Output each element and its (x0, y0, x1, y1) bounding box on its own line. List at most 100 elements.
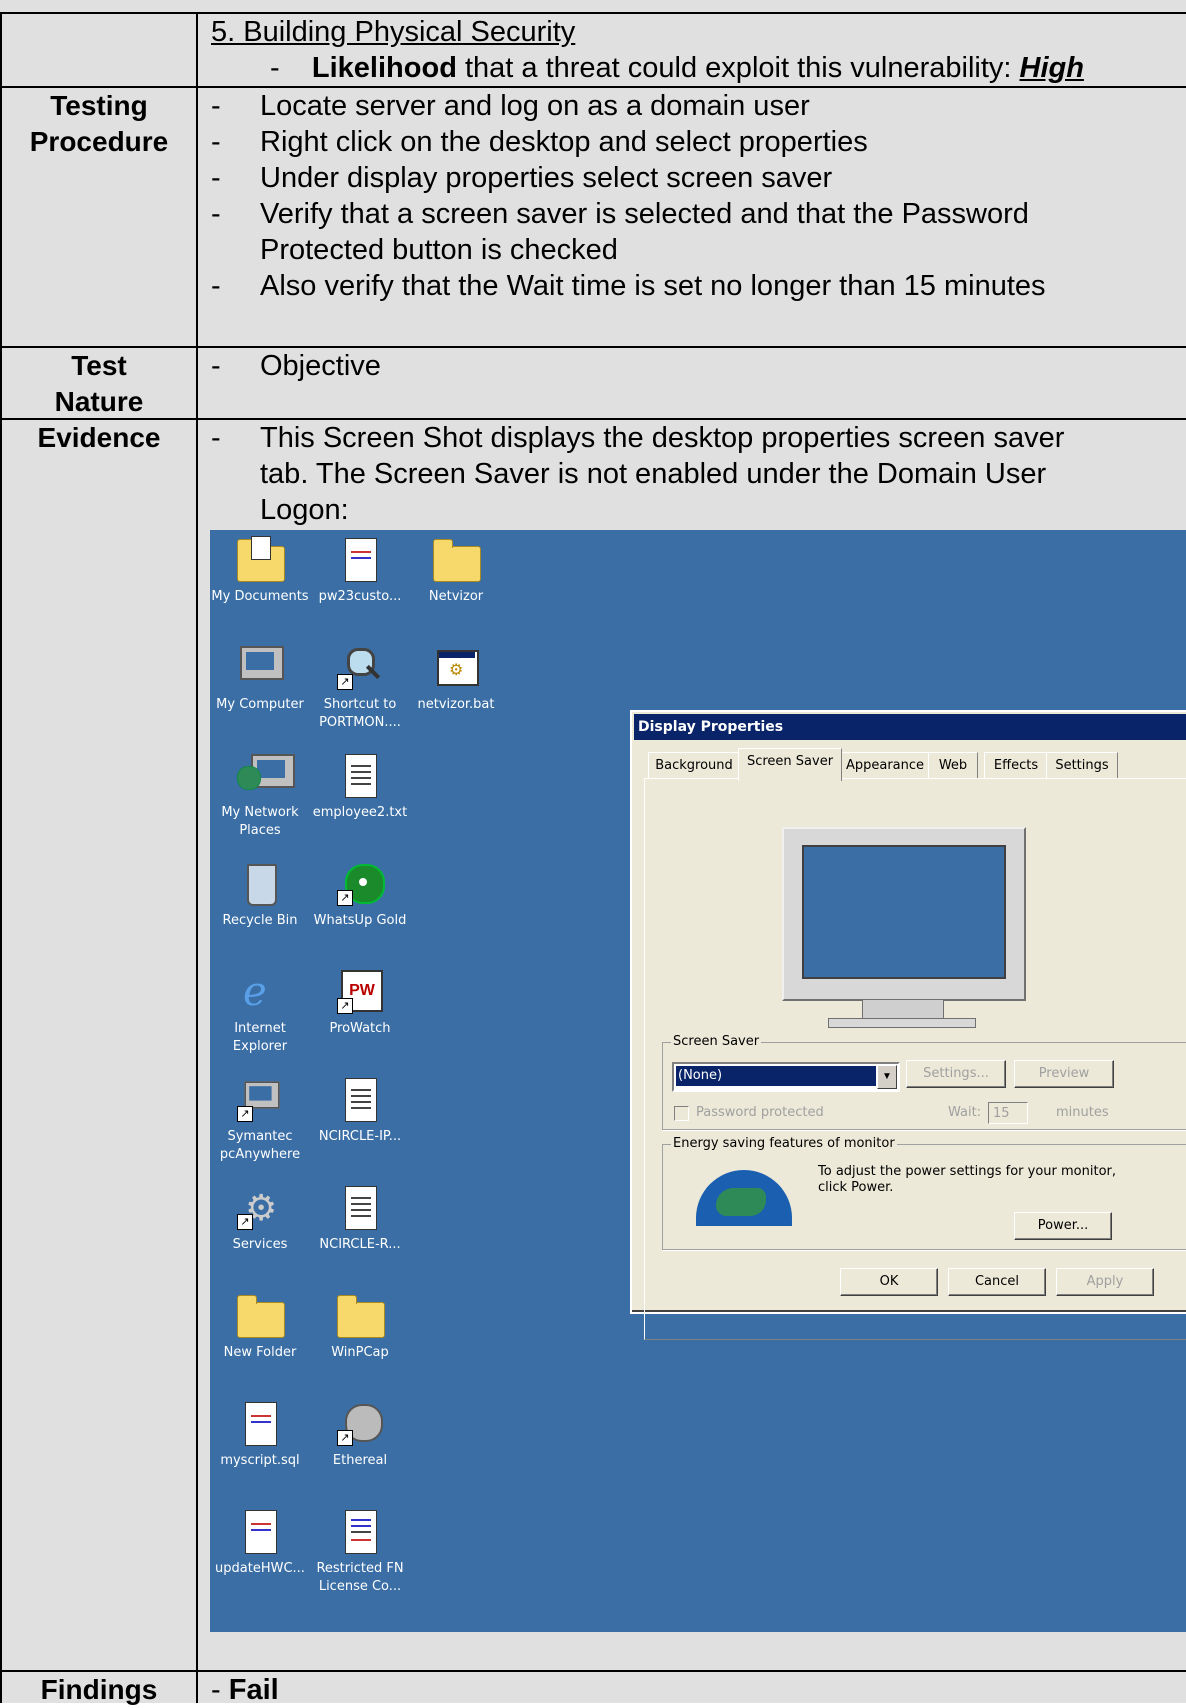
evidence-text: This Screen Shot displays the desktop pr… (260, 422, 1065, 454)
folder-icon (237, 1294, 285, 1338)
desktop-icon-restricted-fn[interactable]: Restricted FN License Co... (310, 1510, 410, 1596)
bullet-dash: - (211, 350, 221, 382)
procedure-step: Verify that a screen saver is selected a… (260, 198, 1029, 230)
text-file-icon (337, 1078, 383, 1122)
test-nature-label: Test Nature (54, 350, 144, 417)
recycle-bin-icon (237, 862, 283, 906)
procedure-step: Right click on the desktop and select pr… (260, 126, 868, 158)
tab-appearance[interactable]: Appearance (840, 752, 930, 779)
apply-button[interactable]: Apply (1056, 1268, 1154, 1296)
evidence-text: tab. The Screen Saver is not enabled und… (260, 458, 1047, 490)
folder-icon (337, 1294, 385, 1338)
dialog-title-bar[interactable]: Display Properties ? × (634, 714, 1186, 740)
ethereal-icon: ↗ (337, 1402, 383, 1446)
findings-value: Fail (228, 1674, 279, 1706)
procedure-step: Also verify that the Wait time is set no… (260, 270, 1046, 302)
tab-web[interactable]: Web (928, 752, 978, 779)
prowatch-icon: PW ↗ (337, 970, 383, 1014)
desktop-icon-pw23custo[interactable]: pw23custo... (310, 538, 410, 606)
likelihood-line: - Likelihood that a threat could exploit… (270, 50, 1084, 86)
energy-saving-group-title: Energy saving features of monitor (671, 1136, 897, 1151)
document-icon (337, 538, 383, 582)
bullet-dash: - (211, 90, 221, 122)
text-file-icon (337, 754, 383, 798)
desktop-icon-netvizor[interactable]: Netvizor (406, 538, 506, 606)
desktop-icon-portmon-shortcut[interactable]: ↗ Shortcut to PORTMON.... (310, 646, 410, 732)
desktop-icon-services[interactable]: ⚙ ↗ Services (210, 1186, 310, 1254)
password-protected-label: Password protected (696, 1105, 824, 1120)
desktop-icon-ethereal[interactable]: ↗ Ethereal (310, 1402, 410, 1470)
my-computer-icon (237, 646, 284, 690)
ok-button[interactable]: OK (840, 1268, 938, 1296)
likelihood-value: High (1019, 52, 1084, 84)
document-icon (237, 1402, 283, 1446)
procedure-step: Under display properties select screen s… (260, 162, 833, 194)
monitor-preview-screen (802, 845, 1006, 979)
tab-settings[interactable]: Settings (1046, 752, 1118, 779)
evidence-label: Evidence (37, 422, 161, 453)
desktop-icon-new-folder[interactable]: New Folder (210, 1294, 310, 1362)
wait-minutes-spinner[interactable]: 15 (988, 1102, 1028, 1124)
wait-label: Wait: (948, 1105, 982, 1120)
bullet-dash: - (211, 126, 221, 158)
desktop-icon-internet-explorer[interactable]: e Internet Explorer (210, 970, 310, 1056)
screen-saver-select[interactable]: (None) ▼ (672, 1062, 900, 1092)
pcanywhere-icon: ↗ (237, 1078, 283, 1122)
desktop-icon-myscript[interactable]: myscript.sql (210, 1402, 310, 1470)
preview-button[interactable]: Preview (1014, 1060, 1114, 1088)
tab-effects[interactable]: Effects (984, 752, 1048, 779)
my-documents-icon (237, 536, 285, 582)
monitor-stand (862, 999, 944, 1019)
desktop-icon-ncircle-r[interactable]: NCIRCLE-R... (310, 1186, 410, 1254)
bullet-dash: - (211, 162, 221, 194)
desktop-icon-whatsup-gold[interactable]: ↗ WhatsUp Gold (310, 862, 410, 930)
chevron-down-icon[interactable]: ▼ (877, 1065, 897, 1089)
desktop-icon-recycle-bin[interactable]: Recycle Bin (210, 862, 310, 930)
desktop-icon-my-network-places[interactable]: My Network Places (210, 754, 310, 840)
power-button[interactable]: Power... (1014, 1212, 1112, 1240)
procedure-step-continued: Protected button is checked (260, 234, 618, 266)
services-icon: ⚙ ↗ (237, 1186, 283, 1230)
dialog-title: Display Properties (638, 719, 784, 735)
tab-screen-saver[interactable]: Screen Saver (738, 748, 842, 781)
screen-saver-select-value: (None) (676, 1066, 876, 1086)
minutes-label: minutes (1056, 1105, 1109, 1120)
column-divider (196, 12, 198, 1703)
findings-dash: - (211, 1674, 221, 1706)
internet-explorer-icon: e (243, 969, 267, 1015)
desktop-icon-updatehwc[interactable]: updateHWC... (210, 1510, 310, 1578)
document-page: 5. Building Physical Security - Likeliho… (0, 0, 1186, 1706)
text-file-icon (337, 1186, 383, 1230)
desktop-icon-my-documents[interactable]: My Documents (210, 536, 310, 606)
network-places-icon (237, 754, 295, 798)
evidence-text: Logon: (260, 494, 349, 526)
bullet-dash: - (211, 270, 221, 302)
monitor-base (828, 1018, 976, 1028)
desktop-icon-netvizor-bat[interactable]: ⚙ netvizor.bat (406, 646, 506, 714)
procedure-step: Locate server and log on as a domain use… (260, 90, 810, 122)
desktop-icon-pcanywhere[interactable]: ↗ Symantec pcAnywhere (210, 1078, 310, 1164)
desktop-icon-winpcap[interactable]: WinPCap (310, 1294, 410, 1362)
desktop-icon-ncircle-ip[interactable]: NCIRCLE-IP... (310, 1078, 410, 1146)
section-title: 5. Building Physical Security (211, 16, 576, 48)
desktop-icon-prowatch[interactable]: PW ↗ ProWatch (310, 970, 410, 1038)
portmon-shortcut-icon: ↗ (337, 646, 383, 690)
desktop-icon-my-computer[interactable]: My Computer (210, 646, 310, 714)
settings-button[interactable]: Settings... (906, 1060, 1006, 1088)
likelihood-dash: - (270, 52, 280, 84)
display-properties-dialog: Display Properties ? × Background Screen… (630, 710, 1186, 1340)
bullet-dash: - (211, 422, 221, 454)
document-icon (237, 1510, 283, 1554)
whatsup-gold-icon: ↗ (337, 862, 385, 906)
password-protected-checkbox[interactable] (674, 1106, 689, 1121)
screen-saver-group-title: Screen Saver (671, 1034, 762, 1049)
table-border-left (0, 12, 2, 1703)
bullet-dash: - (211, 198, 221, 230)
wait-value: 15 (993, 1106, 1010, 1121)
tab-background[interactable]: Background (648, 752, 740, 779)
energy-description: To adjust the power settings for your mo… (818, 1164, 1117, 1195)
cancel-button[interactable]: Cancel (948, 1268, 1046, 1296)
table-border-top (0, 12, 1186, 14)
testing-procedure-label: Testing Procedure (29, 90, 169, 157)
desktop-icon-employee2[interactable]: employee2.txt (310, 754, 410, 822)
